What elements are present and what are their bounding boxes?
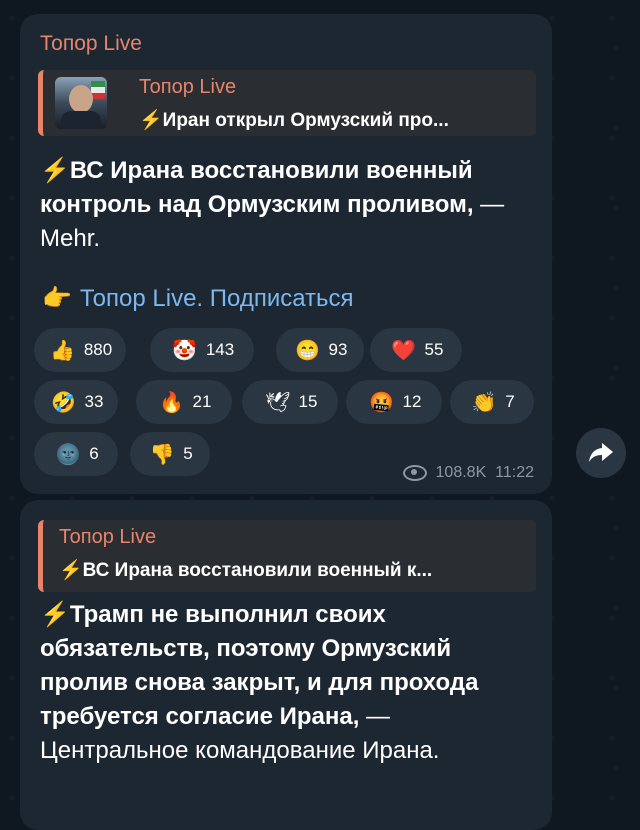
lightning-icon: ⚡	[139, 110, 163, 131]
reply-title: Топор Live	[59, 526, 157, 548]
reaction-count: 880	[83, 340, 113, 359]
clapping-hands-icon: 👏	[471, 391, 497, 414]
fire-icon: 🔥	[159, 391, 184, 414]
reaction-count: 5	[183, 444, 193, 463]
reply-text-content: Иран открыл Ормузский про...	[162, 110, 449, 131]
reaction-count: 143	[205, 340, 235, 359]
dove-icon: 🕊	[264, 391, 291, 414]
reaction-rofl[interactable]: 🤣 33	[34, 380, 118, 424]
grinning-face-icon: 😁	[295, 339, 320, 362]
thumbnail-suit	[61, 111, 101, 129]
reaction-fire[interactable]: 🔥 21	[136, 380, 232, 424]
reaction-thumbs-down[interactable]: 👎 5	[130, 432, 210, 476]
message-bold: ВС Ирана восстановили военный контроль н…	[40, 157, 474, 218]
reaction-count: 21	[192, 392, 212, 411]
subscribe-link[interactable]: 👉 Топор Live. Подписаться	[42, 284, 354, 313]
moon-face-icon: 🌚	[55, 443, 81, 466]
share-arrow-icon	[589, 443, 613, 462]
pointing-hand-icon: 👉	[42, 285, 72, 312]
reply-thumbnail	[55, 77, 107, 129]
reaction-count: 55	[424, 340, 444, 359]
reaction-count: 7	[505, 392, 515, 411]
message-time: 11:22	[495, 464, 534, 481]
reaction-clown[interactable]: 🤡 143	[150, 328, 254, 372]
clown-icon: 🤡	[172, 339, 198, 362]
message-text: ⚡ВС Ирана восстановили военный контроль …	[40, 154, 534, 256]
message-bubble[interactable]: Топор Live Топор Live ⚡Иран открыл Ормуз…	[20, 14, 552, 494]
share-button[interactable]	[576, 428, 626, 478]
flag-icon	[91, 81, 105, 99]
reaction-heart[interactable]: ❤️ 55	[370, 328, 462, 372]
reaction-count: 33	[84, 392, 104, 411]
heart-icon: ❤️	[391, 339, 416, 362]
reply-quote[interactable]: Топор Live ⚡ВС Ирана восстановили военны…	[38, 520, 536, 592]
message-text: ⚡Трамп не выполнил своих обязательств, п…	[40, 598, 534, 768]
reply-text: ⚡ВС Ирана восстановили военный к...	[59, 558, 432, 582]
reaction-count: 12	[402, 392, 422, 411]
reaction-clap[interactable]: 👏 7	[450, 380, 534, 424]
reply-text-content: ВС Ирана восстановили военный к...	[82, 560, 433, 581]
lightning-icon: ⚡	[40, 157, 70, 184]
reply-quote[interactable]: Топор Live ⚡Иран открыл Ормузский про...	[38, 70, 536, 136]
lightning-icon: ⚡	[40, 601, 70, 628]
thumbnail-face	[69, 85, 93, 113]
message-meta: 108.8K 11:22	[403, 464, 534, 482]
thumbs-down-icon: 👎	[149, 443, 175, 466]
message-bold: Трамп не выполнил своих обязательств, по…	[40, 601, 479, 730]
reply-text: ⚡Иран открыл Ормузский про...	[139, 108, 449, 132]
reaction-angry[interactable]: 🤬 12	[346, 380, 442, 424]
reaction-thumbs-up[interactable]: 👍 880	[34, 328, 126, 372]
lightning-icon: ⚡	[59, 560, 83, 581]
reaction-new-moon[interactable]: 🌚 6	[34, 432, 118, 476]
message-bubble[interactable]: Топор Live ⚡ВС Ирана восстановили военны…	[20, 500, 552, 830]
reaction-dove[interactable]: 🕊 15	[242, 380, 338, 424]
reaction-count: 93	[328, 340, 348, 359]
view-count: 108.8K	[435, 464, 487, 481]
channel-name[interactable]: Топор Live	[40, 32, 142, 56]
reaction-grin[interactable]: 😁 93	[276, 328, 364, 372]
angry-face-icon: 🤬	[369, 391, 394, 414]
thumbs-up-icon: 👍	[50, 339, 76, 362]
reaction-count: 6	[89, 444, 99, 463]
reaction-count: 15	[298, 392, 318, 411]
subscribe-text[interactable]: Топор Live. Подписаться	[80, 285, 354, 312]
rofl-icon: 🤣	[51, 391, 76, 414]
reply-title: Топор Live	[139, 76, 237, 98]
eye-icon	[403, 464, 428, 481]
